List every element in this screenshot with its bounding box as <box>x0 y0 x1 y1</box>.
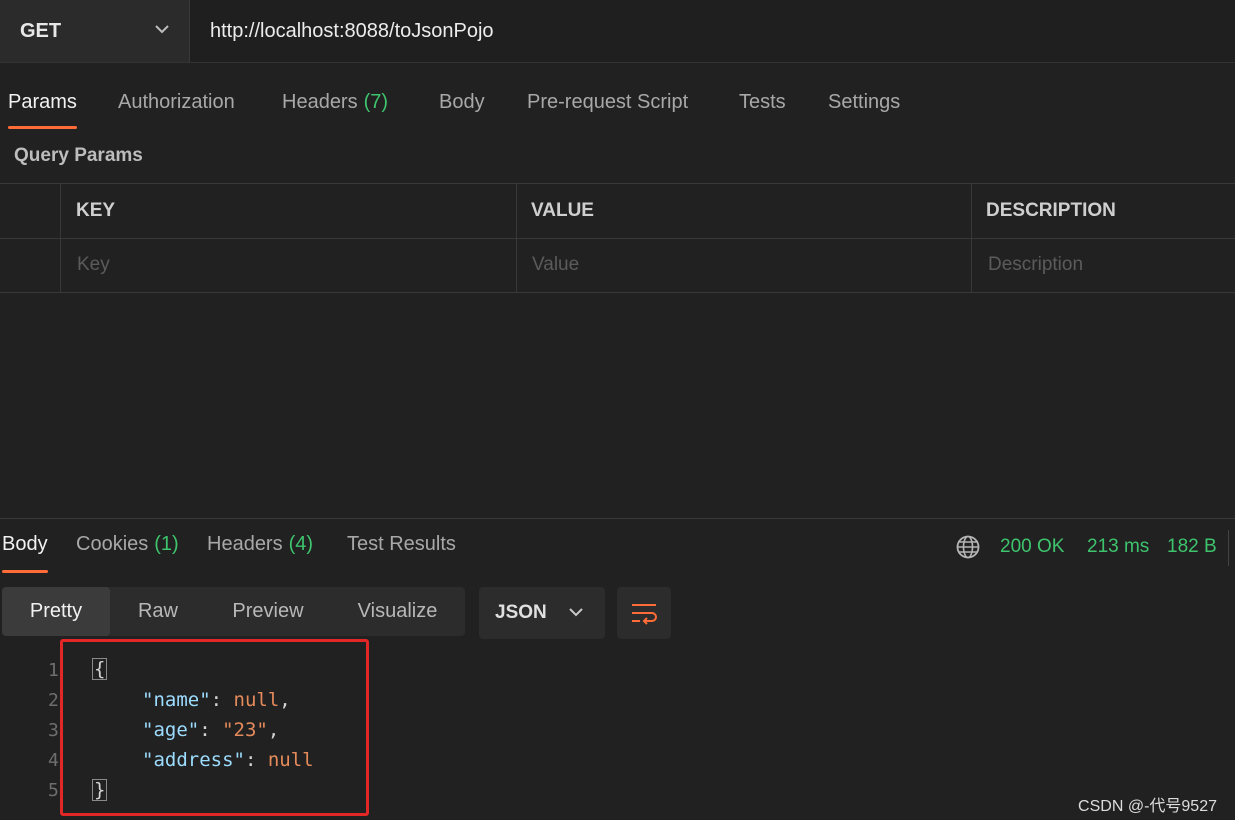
tab-label: Headers <box>282 91 358 113</box>
response-tab-headers[interactable]: Headers (4) <box>207 533 313 573</box>
wrap-lines-icon <box>632 604 657 625</box>
tab-headers[interactable]: Headers (7) <box>282 85 388 129</box>
highlight-box <box>60 639 369 816</box>
method-select[interactable]: GET <box>0 0 190 62</box>
tab-count: (1) <box>154 533 179 555</box>
tab-label: Pre-request Script <box>527 91 689 113</box>
tab-pre-request-script[interactable]: Pre-request Script <box>527 85 688 129</box>
active-tab-underline <box>8 126 77 129</box>
tab-label: Settings <box>828 91 901 113</box>
response-divider[interactable] <box>0 518 1235 519</box>
column-header-value: VALUE <box>531 200 594 221</box>
response-tab-body[interactable]: Body <box>2 533 48 573</box>
globe-icon[interactable] <box>955 534 981 560</box>
status-code[interactable]: 200 OK <box>1000 536 1064 558</box>
url-input[interactable]: http://localhost:8088/toJsonPojo <box>210 0 494 62</box>
wrap-lines-button[interactable] <box>617 587 671 639</box>
view-mode-raw[interactable]: Raw <box>110 587 206 636</box>
table-row: Key Value Description <box>0 238 1235 292</box>
response-tab-cookies[interactable]: Cookies (1) <box>76 533 179 573</box>
tab-label: Body <box>439 91 485 113</box>
response-tab-test-results[interactable]: Test Results <box>347 533 456 573</box>
view-mode-preview[interactable]: Preview <box>206 587 330 636</box>
tab-count: (7) <box>363 91 389 113</box>
table-header-row: KEY VALUE DESCRIPTION <box>0 184 1235 239</box>
active-tab-underline <box>2 570 48 573</box>
description-input[interactable]: Description <box>988 254 1083 276</box>
chevron-down-icon <box>569 608 583 617</box>
view-mode-pretty[interactable]: Pretty <box>2 587 110 636</box>
toolbar-divider <box>1228 530 1229 566</box>
watermark: CSDN @-代号9527 <box>1078 798 1217 815</box>
tab-count: (4) <box>288 533 314 555</box>
tab-params[interactable]: Params <box>8 85 77 129</box>
tab-label: Headers <box>207 533 283 555</box>
column-header-key: KEY <box>76 200 116 221</box>
response-time[interactable]: 213 ms <box>1087 536 1149 558</box>
view-mode-visualize[interactable]: Visualize <box>330 587 465 636</box>
tab-label: Params <box>8 91 77 113</box>
format-select[interactable]: JSON <box>479 587 605 639</box>
query-params-title: Query Params <box>14 145 143 166</box>
response-size[interactable]: 182 B <box>1167 536 1217 558</box>
column-header-description: DESCRIPTION <box>986 200 1116 221</box>
tab-body[interactable]: Body <box>439 85 485 129</box>
tab-label: Cookies <box>76 533 149 555</box>
tab-label: Body <box>2 533 48 555</box>
tab-label: Tests <box>739 91 786 113</box>
value-input[interactable]: Value <box>532 254 579 276</box>
tab-authorization[interactable]: Authorization <box>118 85 235 129</box>
method-label: GET <box>20 19 62 42</box>
chevron-down-icon <box>155 25 169 34</box>
tab-label: Test Results <box>347 533 456 555</box>
tab-label: Authorization <box>118 91 235 113</box>
query-params-table: KEY VALUE DESCRIPTION Key Value Descript… <box>0 183 1235 293</box>
tab-settings[interactable]: Settings <box>828 85 900 129</box>
key-input[interactable]: Key <box>77 254 110 276</box>
view-mode-selector: Pretty Raw Preview Visualize <box>2 587 465 636</box>
tab-tests[interactable]: Tests <box>739 85 786 129</box>
request-tabs: Params Authorization Headers (7) Body Pre… <box>0 85 1235 131</box>
format-label: JSON <box>495 602 547 623</box>
